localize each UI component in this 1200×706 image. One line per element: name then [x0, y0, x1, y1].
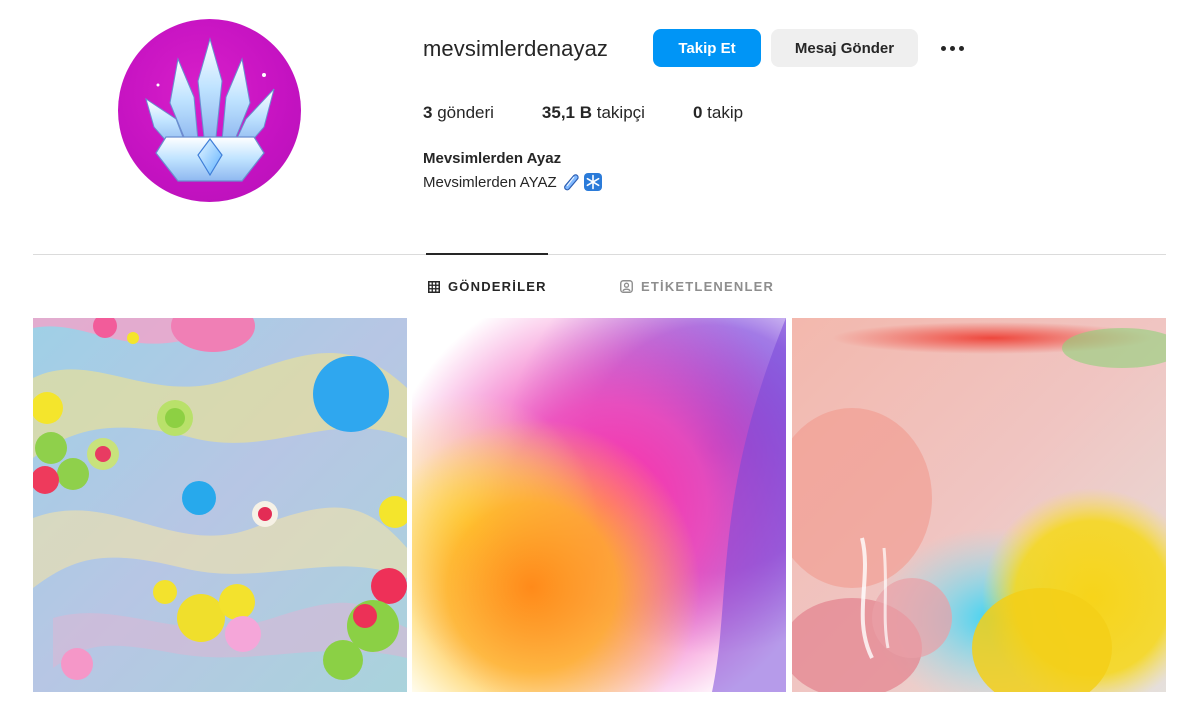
- profile-username: mevsimlerdenayaz: [423, 36, 609, 61]
- posts-label: gönderi: [437, 103, 494, 122]
- tab-tagged-label: ETİKETLENENLER: [641, 279, 775, 294]
- profile-bio: Mevsimlerden AYAZ: [423, 172, 603, 192]
- follow-button[interactable]: Takip Et: [653, 29, 761, 67]
- ellipsis-icon: [949, 45, 955, 51]
- following-label: takip: [707, 103, 744, 122]
- post-color-powder-explosion[interactable]: [412, 318, 786, 692]
- post-image: [412, 318, 786, 692]
- profile-avatar[interactable]: [118, 19, 301, 202]
- post-ink-in-water[interactable]: [792, 318, 1166, 692]
- following-count: 0: [692, 103, 703, 122]
- ice-crown-icon: [145, 37, 275, 182]
- followers-stat[interactable]: 35,1 B takipçi: [542, 103, 645, 123]
- tabs-divider: [33, 254, 1166, 255]
- post-image: [33, 318, 407, 692]
- profile-stats: 3 gönderi 35,1 B takipçi 0 takip: [423, 103, 791, 123]
- bio-text: Mevsimlerden AYAZ: [423, 173, 557, 191]
- tagged-icon: [620, 280, 633, 293]
- snowflake-icon: [583, 173, 602, 191]
- post-colorful-bubbles[interactable]: [33, 318, 407, 692]
- active-tab-indicator: [426, 253, 548, 255]
- send-message-button[interactable]: Mesaj Gönder: [771, 29, 918, 67]
- posts-count: 3: [423, 103, 433, 122]
- grid-icon: [428, 280, 440, 293]
- more-options-button[interactable]: [936, 36, 968, 60]
- followers-label: takipçi: [596, 103, 645, 122]
- tab-posts-label: GÖNDERİLER: [448, 279, 547, 294]
- following-stat[interactable]: 0 takip: [693, 103, 743, 123]
- tab-posts[interactable]: GÖNDERİLER: [428, 279, 547, 294]
- post-image: [792, 318, 1166, 692]
- posts-stat: 3 gönderi: [423, 103, 494, 123]
- profile-full-name: Mevsimlerden Ayaz: [423, 150, 562, 167]
- ellipsis-icon: [958, 45, 964, 51]
- ice-stick-icon: [563, 174, 579, 191]
- ellipsis-icon: [940, 45, 946, 51]
- followers-count: 35,1 B: [541, 103, 593, 122]
- tab-tagged[interactable]: ETİKETLENENLER: [620, 279, 774, 294]
